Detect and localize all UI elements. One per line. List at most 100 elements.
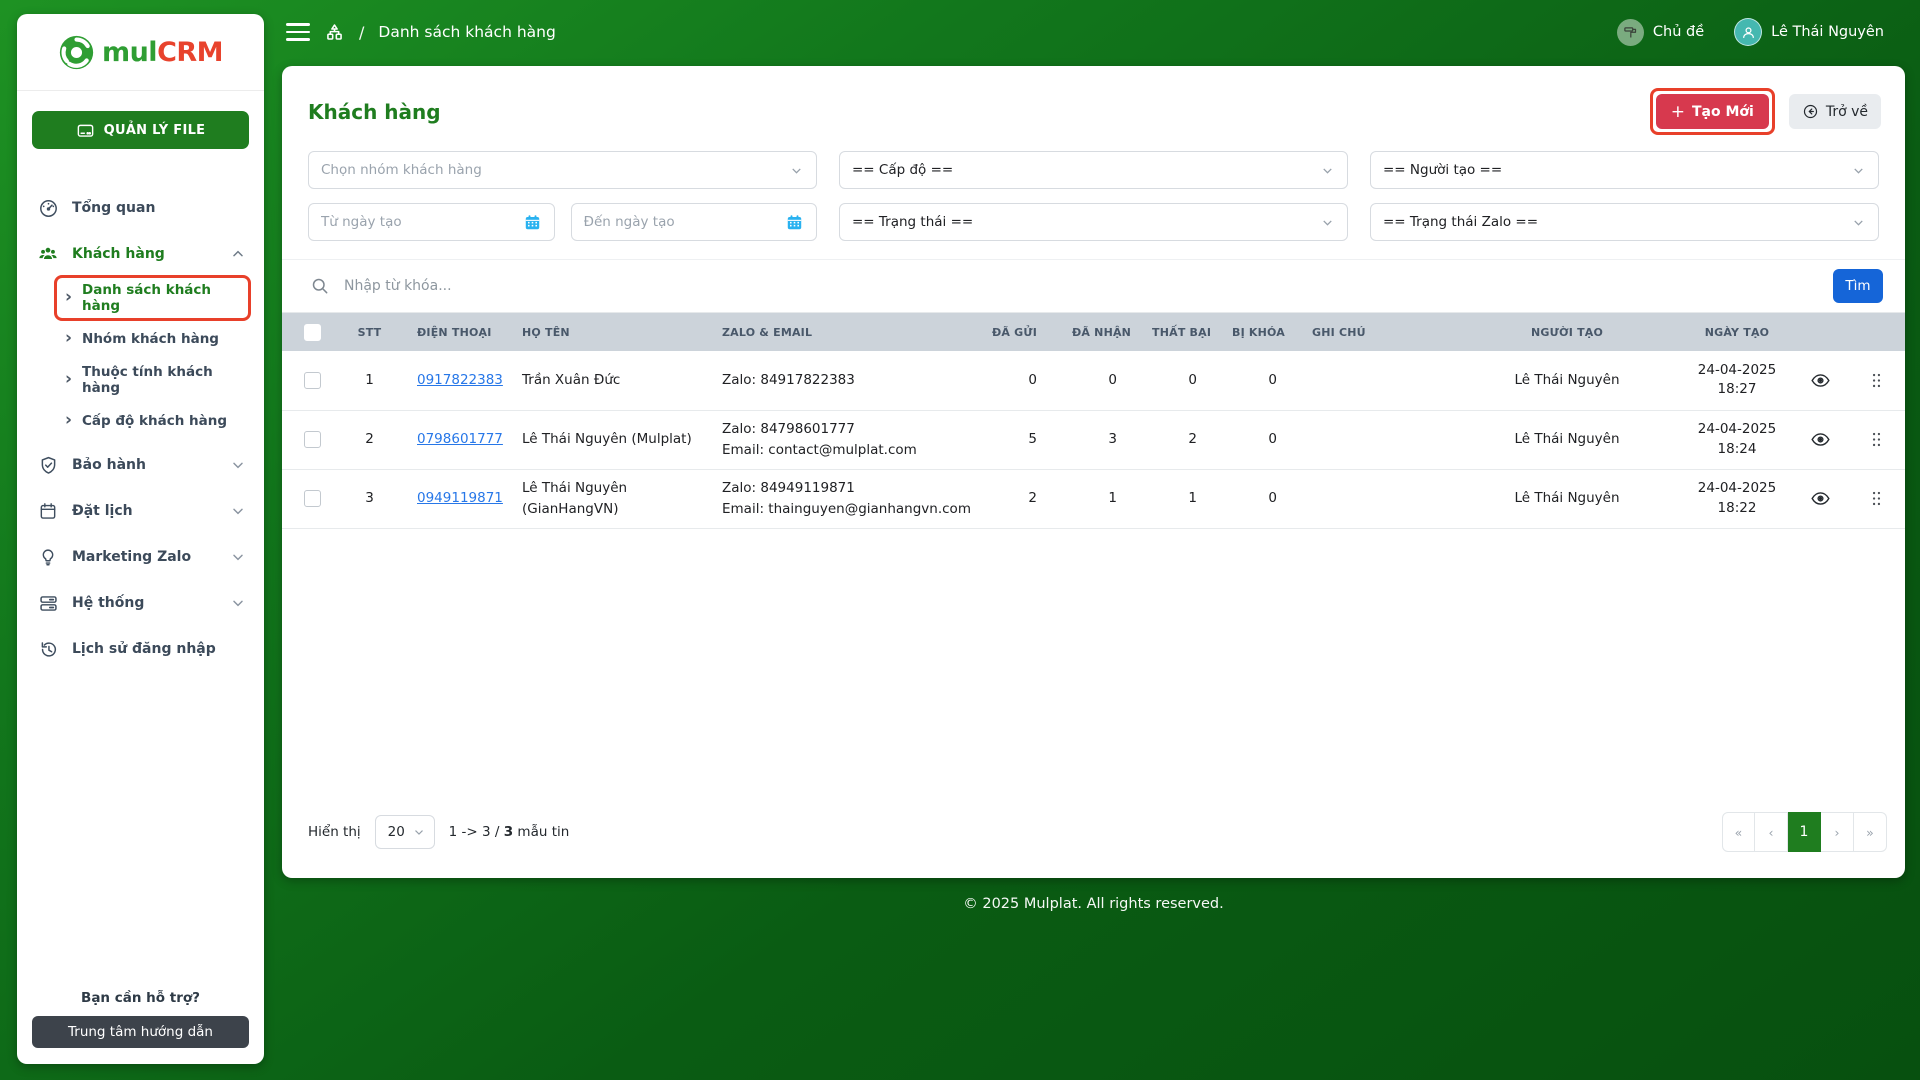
- hamburger-menu-icon[interactable]: [286, 23, 310, 41]
- sidebar-item[interactable]: Marketing Zalo: [17, 534, 264, 580]
- shield-icon: [37, 454, 59, 476]
- page-button[interactable]: ‹: [1755, 812, 1788, 852]
- search-button[interactable]: Tìm: [1833, 269, 1883, 303]
- sidebar-subitem[interactable]: › Nhóm khách hàng: [57, 319, 248, 359]
- table-header-row: STT ĐIỆN THOẠI HỌ TÊN ZALO & EMAIL ĐÃ GỬ…: [282, 313, 1905, 351]
- chevron-down-icon: [1320, 163, 1335, 178]
- sitemap-icon[interactable]: [324, 22, 345, 43]
- eye-icon[interactable]: [1810, 429, 1831, 450]
- chevron-right-icon: ›: [65, 368, 73, 389]
- user-name: Lê Thái Nguyên: [1771, 24, 1884, 40]
- sidebar-item-label: Đặt lịch: [72, 503, 133, 519]
- cell-locked: 0: [1222, 410, 1302, 470]
- calendar-icon[interactable]: [785, 213, 804, 232]
- page-button[interactable]: «: [1722, 812, 1755, 852]
- drag-handle-icon[interactable]: [1869, 431, 1884, 448]
- sidebar-subitem-label: Cấp độ khách hàng: [82, 413, 228, 429]
- phone-link[interactable]: 0798601777: [417, 431, 503, 447]
- chevron-down-icon: [1851, 163, 1866, 178]
- phone-link[interactable]: 0949119871: [417, 490, 503, 506]
- sidebar-item-label: Lịch sử đăng nhập: [72, 641, 216, 657]
- page-button[interactable]: »: [1854, 812, 1887, 852]
- theme-switcher[interactable]: Chủ đề: [1616, 18, 1704, 46]
- help-text: Bạn cần hỗ trợ?: [81, 990, 200, 1006]
- search-input[interactable]: [344, 278, 1819, 294]
- breadcrumb-separator: /: [359, 22, 365, 42]
- eye-icon[interactable]: [1810, 370, 1831, 391]
- chevron-right-icon: ›: [65, 286, 73, 307]
- col-header-name: HỌ TÊN: [512, 313, 712, 351]
- page-size-select[interactable]: 20: [374, 815, 435, 849]
- cell-name: Lê Thái Nguyên (Mulplat): [512, 410, 712, 470]
- cell-failed: 1: [1142, 469, 1222, 529]
- sidebar-item[interactable]: Tổng quan: [17, 185, 264, 231]
- status-select[interactable]: == Trạng thái ==: [839, 203, 1348, 241]
- sidebar-item[interactable]: Hệ thống: [17, 580, 264, 626]
- level-select[interactable]: == Cấp độ ==: [839, 151, 1348, 189]
- dashboard-icon: [37, 197, 59, 219]
- copyright-footer: © 2025 Mulplat. All rights reserved.: [963, 896, 1224, 912]
- sidebar-item-label: Hệ thống: [72, 595, 145, 611]
- date-from-field: [308, 203, 555, 241]
- col-header-note: GHI CHÚ: [1302, 313, 1452, 351]
- pager: «‹ 1 ›»: [1722, 812, 1887, 852]
- cell-creator: Lê Thái Nguyên: [1452, 410, 1682, 470]
- breadcrumb-current[interactable]: Danh sách khách hàng: [378, 23, 555, 41]
- date-to-input[interactable]: [583, 214, 777, 230]
- file-manager-button[interactable]: QUẢN LÝ FILE: [32, 111, 249, 149]
- page-button[interactable]: ›: [1821, 812, 1854, 852]
- chevron-down-icon: [230, 503, 246, 519]
- sidebar-item[interactable]: Đặt lịch: [17, 488, 264, 534]
- select-all-checkbox[interactable]: [303, 323, 321, 341]
- chevron-right-icon: ›: [65, 409, 73, 430]
- sidebar-item-label: Tổng quan: [72, 200, 156, 216]
- user-menu[interactable]: Lê Thái Nguyên: [1734, 18, 1884, 46]
- back-button[interactable]: Trở về: [1788, 94, 1881, 129]
- chevron-down-icon: [230, 595, 246, 611]
- row-checkbox[interactable]: [303, 430, 321, 448]
- drag-handle-icon[interactable]: [1869, 490, 1884, 507]
- page-size-label: Hiển thị: [308, 824, 361, 840]
- col-header-zalo-email: ZALO & EMAIL: [712, 313, 982, 351]
- cell-creator: Lê Thái Nguyên: [1452, 351, 1682, 411]
- phone-link[interactable]: 0917822383: [417, 372, 503, 388]
- create-new-button[interactable]: + Tạo Mới: [1655, 94, 1769, 129]
- drag-handle-icon[interactable]: [1869, 372, 1884, 389]
- sidebar-subitem[interactable]: › Cấp độ khách hàng: [57, 401, 248, 441]
- customers-table: STT ĐIỆN THOẠI HỌ TÊN ZALO & EMAIL ĐÃ GỬ…: [282, 313, 1905, 529]
- calendar-icon[interactable]: [523, 213, 542, 232]
- avatar: [1734, 18, 1763, 46]
- col-header-actions: [1792, 313, 1848, 351]
- sidebar-item[interactable]: Bảo hành: [17, 442, 264, 488]
- eye-icon[interactable]: [1810, 488, 1831, 509]
- cell-creator: Lê Thái Nguyên: [1452, 469, 1682, 529]
- page-button-current[interactable]: 1: [1788, 812, 1821, 852]
- sidebar-subitem[interactable]: › Danh sách khách hàng: [54, 275, 251, 321]
- date-from-input[interactable]: [321, 214, 515, 230]
- page-title: Khách hàng: [308, 99, 441, 124]
- cell-failed: 0: [1142, 351, 1222, 411]
- customer-group-select[interactable]: Chọn nhóm khách hàng: [308, 151, 817, 189]
- cell-locked: 0: [1222, 351, 1302, 411]
- row-checkbox[interactable]: [303, 371, 321, 389]
- system-icon: [37, 592, 59, 614]
- logo[interactable]: mulCRM: [17, 14, 264, 90]
- table-row: 2 0798601777 Lê Thái Nguyên (Mulplat) Zalo:…: [282, 410, 1905, 470]
- cell-sent: 0: [982, 351, 1062, 411]
- sidebar-item[interactable]: Lịch sử đăng nhập: [17, 626, 264, 672]
- creator-select[interactable]: == Người tạo ==: [1370, 151, 1879, 189]
- paint-roller-icon: [1616, 18, 1644, 46]
- help-center-button[interactable]: Trung tâm hướng dẫn: [32, 1016, 249, 1048]
- col-header-locked: BỊ KHÓA: [1222, 313, 1302, 351]
- cell-zalo-email: Zalo: 84798601777 Email: contact@mulplat.…: [712, 410, 982, 470]
- row-checkbox[interactable]: [303, 489, 321, 507]
- cell-stt: 1: [342, 351, 397, 411]
- sidebar-subitem[interactable]: › Thuộc tính khách hàng: [57, 360, 248, 400]
- annotation-box: + Tạo Mới: [1649, 88, 1775, 135]
- chevron-right-icon: ›: [65, 327, 73, 348]
- sidebar-item[interactable]: Khách hàng: [17, 231, 264, 277]
- search-bar: Tìm: [282, 259, 1905, 313]
- cell-created: 24-04-2025 18:24: [1682, 410, 1792, 470]
- history-icon: [37, 638, 59, 660]
- zalo-status-select[interactable]: == Trạng thái Zalo ==: [1370, 203, 1879, 241]
